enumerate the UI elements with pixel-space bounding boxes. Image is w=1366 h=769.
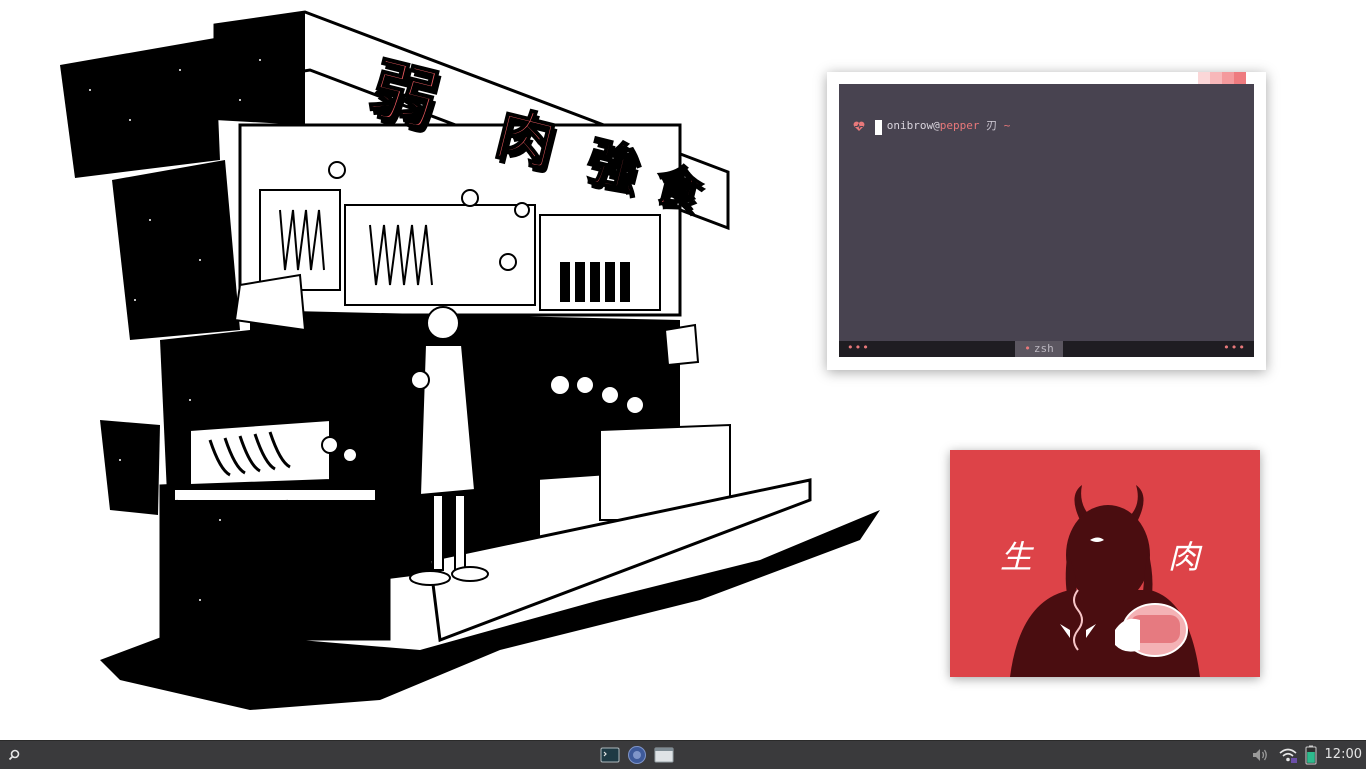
terminal-prompt-line: onibrow@pepper 刃 ~ <box>847 104 1011 146</box>
status-left-dots: ••• <box>847 341 870 354</box>
browser-icon[interactable] <box>627 745 647 765</box>
tab-active-marker: • <box>1024 342 1031 355</box>
tab-label: zsh <box>1033 342 1054 355</box>
terminal-icon[interactable] <box>600 745 620 765</box>
wifi-icon[interactable] <box>1278 745 1298 765</box>
battery-icon[interactable] <box>1301 745 1321 765</box>
artwork-character-left: 生 <box>1000 538 1033 576</box>
market-stall-illustration <box>60 10 880 710</box>
prompt-user: onibrow <box>886 119 934 132</box>
prompt-directory: ~ <box>1003 119 1011 132</box>
artwork-character-right: 肉 <box>1168 538 1201 576</box>
prompt-host: pepper <box>939 119 980 132</box>
taskbar: 12:00 <box>0 740 1366 769</box>
search-icon[interactable] <box>4 745 24 765</box>
prompt-symbol: 刃 <box>986 119 998 132</box>
terminal-window[interactable]: onibrow@pepper 刃 ~ ••• • zsh ••• <box>827 72 1266 370</box>
files-icon[interactable] <box>654 745 674 765</box>
horned-girl-illustration <box>1010 485 1200 677</box>
artwork-widget: 生 肉 <box>950 450 1260 677</box>
terminal-accent-bar <box>1198 72 1246 84</box>
volume-icon[interactable] <box>1250 745 1270 765</box>
tab-zsh[interactable]: • zsh <box>1015 341 1063 357</box>
clock[interactable]: 12:00 <box>1325 741 1362 769</box>
terminal-content[interactable]: onibrow@pepper 刃 ~ ••• • zsh ••• <box>839 84 1254 357</box>
terminal-cursor <box>875 120 882 135</box>
heart-icon <box>853 121 865 131</box>
prompt-at: @ <box>933 119 940 132</box>
terminal-status-bar: ••• • zsh ••• <box>839 341 1254 357</box>
status-right-dots: ••• <box>1223 341 1246 354</box>
